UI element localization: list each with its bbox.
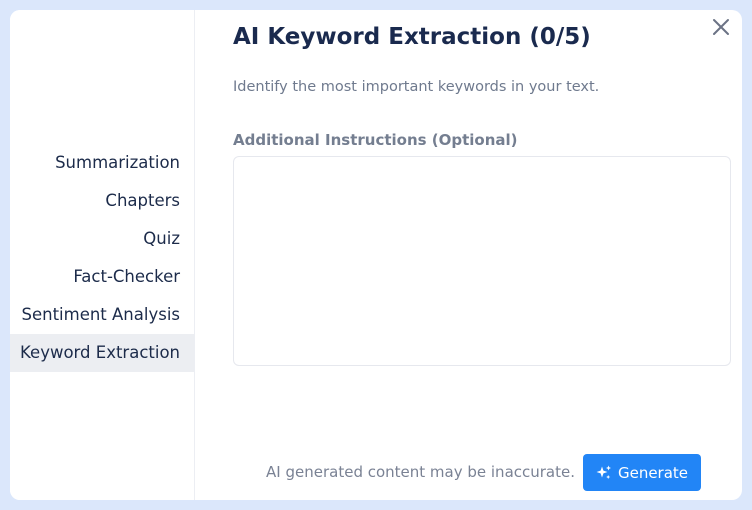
sparkle-icon [596,465,612,481]
sidebar-item-label: Chapters [105,191,180,210]
ai-disclaimer: AI generated content may be inaccurate. [266,463,575,481]
sidebar-item-chapters[interactable]: Chapters [10,182,194,220]
ai-tools-modal: Summarization Chapters Quiz Fact-Checker… [10,10,742,500]
sidebar-item-label: Summarization [55,153,180,172]
sidebar-item-label: Sentiment Analysis [21,305,180,324]
page-title: AI Keyword Extraction (0/5) [233,24,591,50]
sidebar-item-keyword-extraction[interactable]: Keyword Extraction [10,334,194,372]
instructions-label: Additional Instructions (Optional) [233,131,518,149]
generate-button-label: Generate [617,463,689,482]
generate-button[interactable]: Generate [583,454,701,491]
sidebar-item-fact-checker[interactable]: Fact-Checker [10,258,194,296]
sidebar-item-sentiment-analysis[interactable]: Sentiment Analysis [10,296,194,334]
sidebar-item-quiz[interactable]: Quiz [10,220,194,258]
main-panel: AI Keyword Extraction (0/5) Identify the… [195,10,742,500]
sidebar-list: Summarization Chapters Quiz Fact-Checker… [10,144,194,372]
instructions-input[interactable] [233,156,731,366]
sidebar-item-label: Keyword Extraction [20,343,180,362]
close-button[interactable] [708,14,734,40]
tool-description: Identify the most important keywords in … [233,79,600,95]
modal-backdrop: Summarization Chapters Quiz Fact-Checker… [0,0,752,510]
sidebar-item-summarization[interactable]: Summarization [10,144,194,182]
sidebar: Summarization Chapters Quiz Fact-Checker… [10,10,195,500]
sidebar-item-label: Fact-Checker [73,267,180,286]
sidebar-item-label: Quiz [143,229,180,248]
close-icon [713,19,729,35]
